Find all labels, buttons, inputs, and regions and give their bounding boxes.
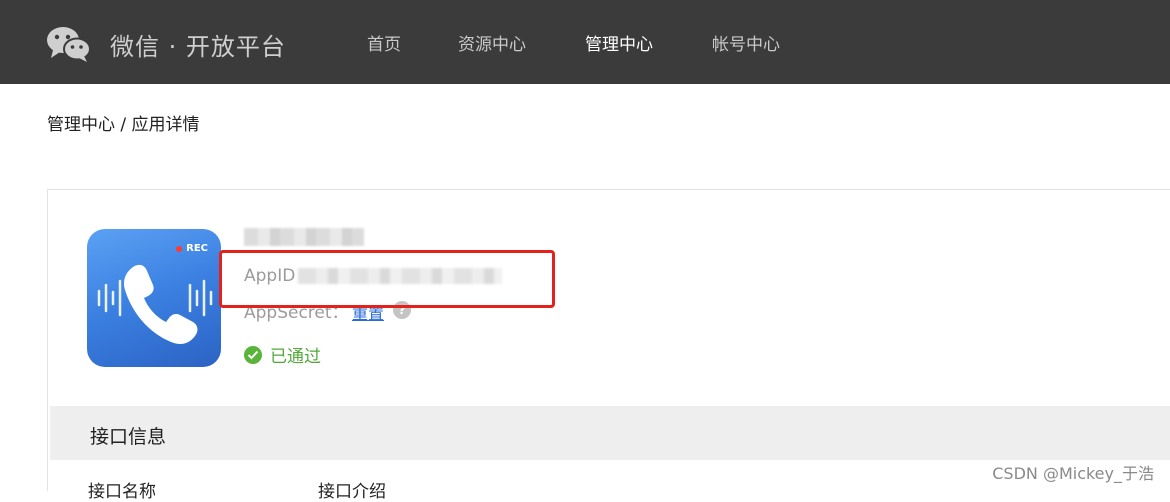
nav-item-management[interactable]: 管理中心 (585, 30, 653, 55)
approval-status: 已通过 (244, 342, 321, 367)
column-header-name: 接口名称 (88, 482, 156, 502)
wechat-logo-icon (47, 27, 91, 62)
brand[interactable]: 微信 · 开放平台 (46, 24, 286, 64)
app-detail-card: REC AppID AppSecret： 重置 ? 已通过 接口信息 接口名称 … (47, 189, 1170, 502)
top-navigation-bar: 微信 · 开放平台 首页 资源中心 管理中心 帐号中心 (0, 0, 1170, 84)
breadcrumb: 管理中心 / 应用详情 (47, 115, 200, 135)
nav-item-account[interactable]: 帐号中心 (712, 30, 780, 55)
watermark: CSDN @Mickey_于浩 (992, 464, 1154, 483)
interface-section-header: 接口信息 (50, 406, 1170, 460)
app-name-redacted (244, 228, 364, 246)
section-title: 接口信息 (90, 426, 167, 448)
column-header-description: 接口介绍 (318, 482, 386, 502)
status-text: 已通过 (270, 347, 321, 367)
check-circle-icon (244, 345, 262, 364)
phone-recorder-icon: REC (87, 229, 221, 367)
brand-title: 微信 · 开放平台 (110, 32, 286, 61)
nav-item-resources[interactable]: 资源中心 (458, 30, 526, 55)
annotation-highlight-box (219, 250, 555, 308)
nav-item-home[interactable]: 首页 (367, 30, 401, 55)
